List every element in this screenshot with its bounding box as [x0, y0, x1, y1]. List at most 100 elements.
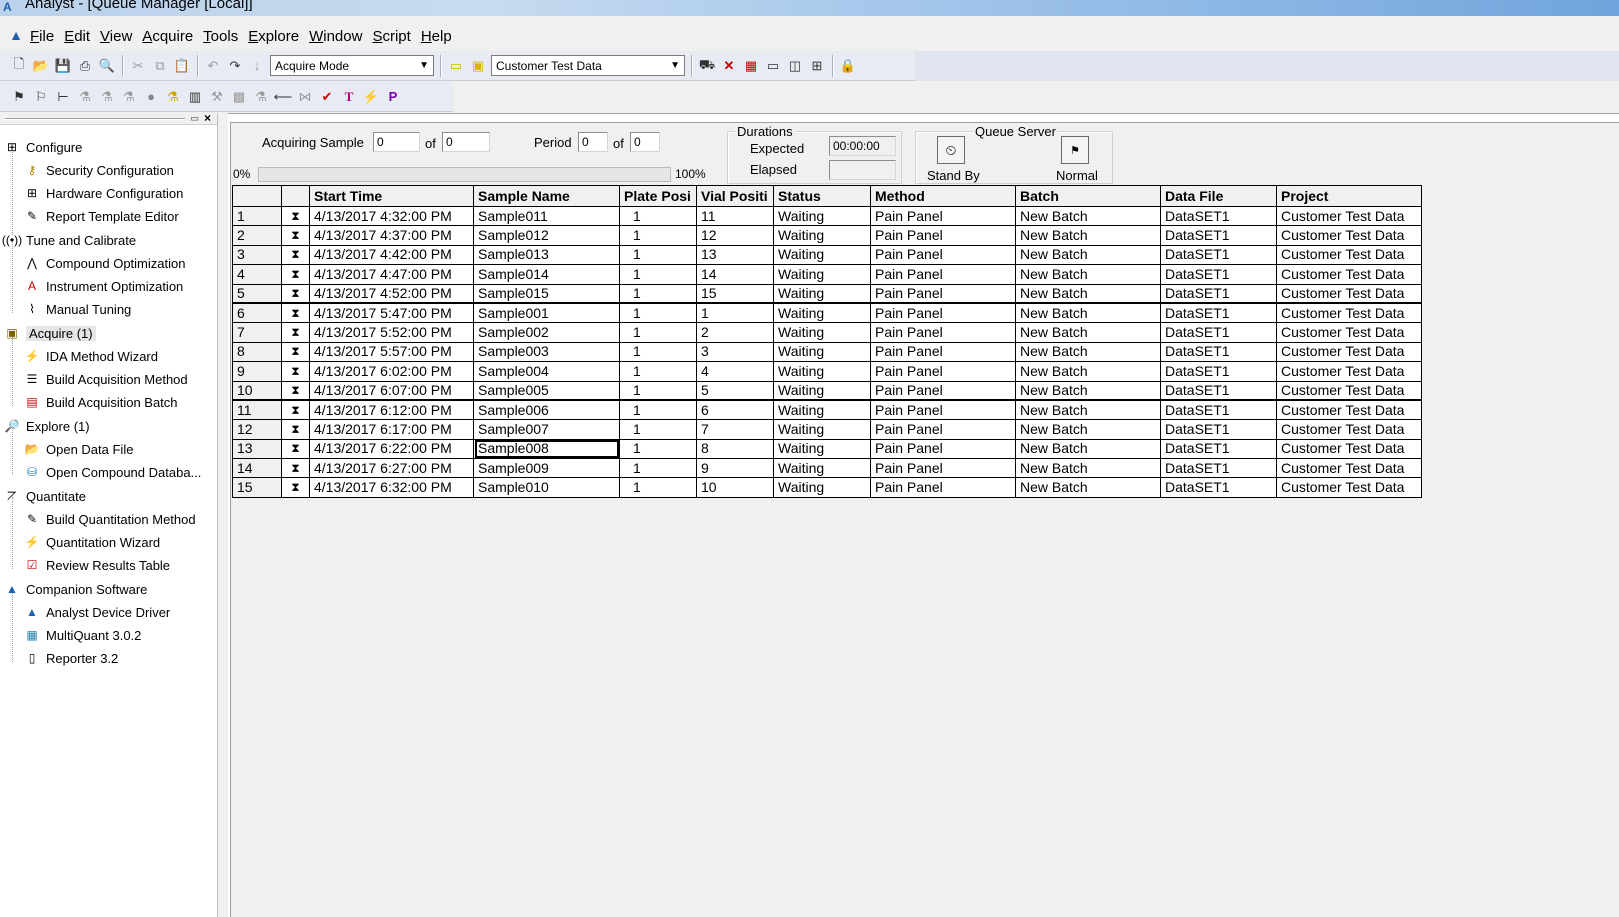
menu-script[interactable]: Script: [368, 28, 414, 45]
cell-start-time[interactable]: 4/13/2017 4:37:00 PM: [309, 225, 474, 246]
nav-item-build-acquisition-method[interactable]: ☰ Build Acquisition Method: [24, 368, 188, 390]
cell-data-file[interactable]: DataSET1: [1160, 341, 1277, 363]
tree-icon[interactable]: ⊢: [53, 87, 73, 107]
cell-plate-position[interactable]: 1: [619, 380, 697, 402]
nav-item-instrument-optimization[interactable]: A Instrument Optimization: [24, 275, 183, 297]
cell-sample-name[interactable]: Sample004: [473, 361, 620, 382]
nav-category-tune-and-calibrate[interactable]: ((•)) Tune and Calibrate: [2, 229, 136, 251]
normal-button[interactable]: ⚑: [1061, 136, 1089, 164]
cell-batch[interactable]: New Batch: [1015, 458, 1161, 479]
cell-row-number[interactable]: 3: [232, 244, 282, 266]
cell-plate-position[interactable]: 1: [619, 283, 697, 305]
cell-project[interactable]: Customer Test Data: [1276, 225, 1422, 246]
tool-icon[interactable]: ⚒: [207, 87, 227, 107]
cell-row-number[interactable]: 1: [232, 205, 282, 227]
cell-start-time[interactable]: 4/13/2017 6:07:00 PM: [309, 380, 474, 402]
device-icon[interactable]: ▩: [229, 87, 249, 107]
project-folder-icon[interactable]: ▣: [468, 56, 488, 76]
cell-sample-name[interactable]: Sample013: [473, 244, 620, 266]
cell-sample-name[interactable]: Sample010: [473, 477, 620, 498]
cell-vial-position[interactable]: 14: [696, 264, 774, 285]
cell-row-number[interactable]: 4: [232, 264, 282, 285]
flask-icon[interactable]: ⚗: [251, 87, 271, 107]
wand-icon[interactable]: ⚡: [361, 87, 381, 107]
cell-method[interactable]: Pain Panel: [870, 361, 1016, 382]
cell-plate-position[interactable]: 1: [619, 458, 697, 479]
cut-icon[interactable]: ✂: [128, 56, 148, 76]
cell-batch[interactable]: New Batch: [1015, 477, 1161, 498]
cell-start-time[interactable]: 4/13/2017 4:52:00 PM: [309, 283, 474, 305]
new-icon[interactable]: 🗋: [9, 56, 29, 76]
cell-status[interactable]: Waiting: [773, 438, 871, 460]
folder-icon[interactable]: ▭: [446, 56, 466, 76]
cell-start-time[interactable]: 4/13/2017 6:02:00 PM: [309, 361, 474, 382]
grid-window-icon[interactable]: ⊞: [807, 56, 827, 76]
cell-row-number[interactable]: 13: [232, 438, 282, 460]
cell-data-file[interactable]: DataSET1: [1160, 477, 1277, 498]
undo-icon[interactable]: ↶: [203, 56, 223, 76]
nav-category-configure[interactable]: ⊞ Configure: [4, 136, 82, 158]
cell-method[interactable]: Pain Panel: [870, 399, 1016, 421]
cell-vial-position[interactable]: 2: [696, 322, 774, 343]
cell-row-number[interactable]: 12: [232, 419, 282, 440]
nav-panel-grip[interactable]: [5, 118, 185, 120]
text-p-icon[interactable]: P: [383, 87, 403, 107]
paste-icon[interactable]: 📋: [172, 56, 192, 76]
cell-batch[interactable]: New Batch: [1015, 399, 1161, 421]
save-icon[interactable]: 💾: [53, 56, 73, 76]
nav-item-open-data-file[interactable]: 📂 Open Data File: [24, 438, 134, 460]
cell-batch[interactable]: New Batch: [1015, 283, 1161, 305]
cell-method[interactable]: Pain Panel: [870, 341, 1016, 363]
cell-sample-name[interactable]: Sample001: [473, 302, 620, 324]
cell-method[interactable]: Pain Panel: [870, 458, 1016, 479]
cell-data-file[interactable]: DataSET1: [1160, 361, 1277, 382]
table-row[interactable]: 4 ⧗ 4/13/2017 4:47:00 PM Sample014 1 14 Waitin…: [232, 264, 1422, 285]
header-sample-name[interactable]: Sample Name: [473, 185, 620, 207]
cell-method[interactable]: Pain Panel: [870, 264, 1016, 285]
redo-icon[interactable]: ↷: [225, 56, 245, 76]
flask-icon[interactable]: ⚗: [97, 87, 117, 107]
cell-status[interactable]: Waiting: [773, 322, 871, 343]
cell-row-number[interactable]: 9: [232, 361, 282, 382]
nav-item-ida-method-wizard[interactable]: ⚡ IDA Method Wizard: [24, 345, 158, 367]
cell-status[interactable]: Waiting: [773, 244, 871, 266]
cell-project[interactable]: Customer Test Data: [1276, 419, 1422, 440]
nav-item-build-quantitation-method[interactable]: ✎ Build Quantitation Method: [24, 508, 196, 530]
cell-sample-name[interactable]: Sample007: [473, 419, 620, 440]
table-row[interactable]: 2 ⧗ 4/13/2017 4:37:00 PM Sample012 1 12 Waitin…: [232, 225, 1422, 246]
header-data-file[interactable]: Data File: [1160, 185, 1277, 207]
cell-plate-position[interactable]: 1: [619, 419, 697, 440]
cell-data-file[interactable]: DataSET1: [1160, 419, 1277, 440]
cell-method[interactable]: Pain Panel: [870, 283, 1016, 305]
table-row[interactable]: 6 ⧗ 4/13/2017 5:47:00 PM Sample001 1 1 Waiting…: [232, 302, 1422, 324]
table-row[interactable]: 12 ⧗ 4/13/2017 6:17:00 PM Sample007 1 7 Waitin…: [232, 419, 1422, 440]
cell-plate-position[interactable]: 1: [619, 361, 697, 382]
cell-project[interactable]: Customer Test Data: [1276, 283, 1422, 305]
truck-icon[interactable]: ⛟: [697, 56, 717, 76]
cell-sample-name[interactable]: Sample005: [473, 380, 620, 402]
cell-method[interactable]: Pain Panel: [870, 419, 1016, 440]
cell-data-file[interactable]: DataSET1: [1160, 438, 1277, 460]
cell-project[interactable]: Customer Test Data: [1276, 244, 1422, 266]
cell-vial-position[interactable]: 10: [696, 477, 774, 498]
standby-button[interactable]: ⏲: [937, 136, 965, 164]
cell-start-time[interactable]: 4/13/2017 6:27:00 PM: [309, 458, 474, 479]
cell-project[interactable]: Customer Test Data: [1276, 322, 1422, 343]
cell-start-time[interactable]: 4/13/2017 4:42:00 PM: [309, 244, 474, 266]
copy-icon[interactable]: ⧉: [150, 56, 170, 76]
cell-status[interactable]: Waiting: [773, 341, 871, 363]
cell-start-time[interactable]: 4/13/2017 5:52:00 PM: [309, 322, 474, 343]
cell-project[interactable]: Customer Test Data: [1276, 380, 1422, 402]
down-arrow-icon[interactable]: ↓: [247, 56, 267, 76]
cell-plate-position[interactable]: 1: [619, 225, 697, 246]
cell-method[interactable]: Pain Panel: [870, 205, 1016, 227]
cell-plate-position[interactable]: 1: [619, 302, 697, 324]
project-combo[interactable]: Customer Test Data ▼: [491, 55, 685, 76]
menu-window[interactable]: Window: [305, 28, 366, 45]
cell-row-number[interactable]: 6: [232, 302, 282, 324]
cell-row-number[interactable]: 10: [232, 380, 282, 402]
cell-project[interactable]: Customer Test Data: [1276, 399, 1422, 421]
cell-plate-position[interactable]: 1: [619, 322, 697, 343]
nav-item-analyst-device-driver[interactable]: ▲ Analyst Device Driver: [24, 601, 170, 623]
cell-batch[interactable]: New Batch: [1015, 380, 1161, 402]
